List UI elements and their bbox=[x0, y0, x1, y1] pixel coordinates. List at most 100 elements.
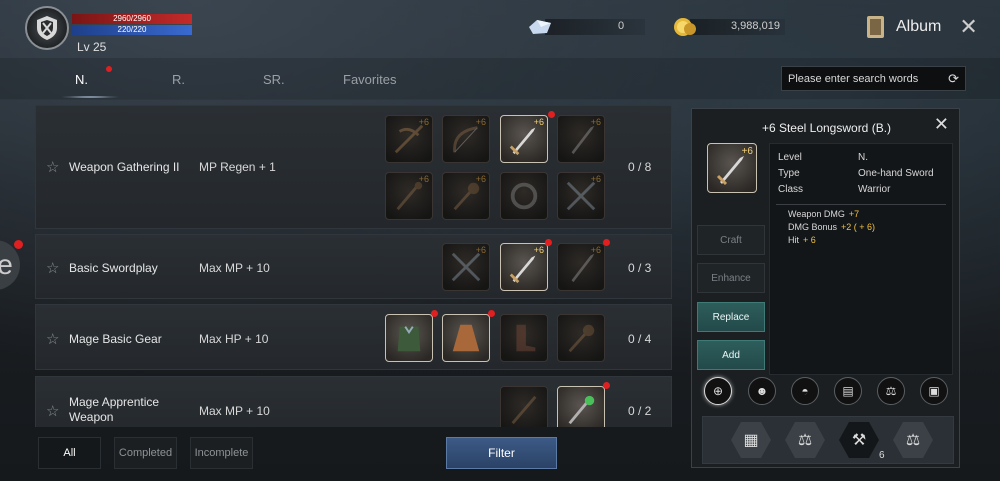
crystal-icon bbox=[529, 20, 551, 34]
class-label: Class bbox=[778, 184, 804, 195]
hammers-icon[interactable]: ⚒ bbox=[839, 422, 879, 458]
filter-completed-button[interactable]: Completed bbox=[114, 437, 177, 469]
gold-coin-icon bbox=[674, 18, 696, 36]
album-title: Album bbox=[896, 18, 942, 35]
item-detail-panel: +6 Steel Longsword (B.) ✕ +6 Level N. Ty… bbox=[691, 108, 960, 468]
list-item[interactable]: ☆ Basic Swordplay Max MP + 10 +6 +6 +6 0… bbox=[35, 234, 672, 299]
class-value: Warrior bbox=[858, 184, 891, 195]
collection-progress: 0 / 4 bbox=[628, 332, 652, 346]
collection-bonus: Max MP + 10 bbox=[199, 261, 270, 275]
hammer-count: 6 bbox=[879, 450, 885, 461]
item-detail-title: +6 Steel Longsword (B.) bbox=[761, 121, 892, 135]
refresh-icon[interactable]: ⟳ bbox=[948, 71, 959, 87]
item-notify-dot bbox=[603, 239, 610, 246]
player-level: Lv 25 bbox=[77, 40, 107, 54]
collection-progress: 0 / 2 bbox=[628, 404, 652, 418]
item-notify-dot bbox=[431, 310, 438, 317]
close-icon[interactable]: ✕ bbox=[959, 16, 977, 38]
scales-icon[interactable]: ⚖ bbox=[877, 377, 905, 405]
longsword-item-icon[interactable]: +6 bbox=[500, 115, 548, 163]
greatsword-item-icon[interactable]: +6 bbox=[557, 243, 605, 291]
collection-list: ☆ Weapon Gathering II MP Regen + 1 +6 +6… bbox=[35, 105, 672, 427]
replace-button[interactable]: Replace bbox=[697, 302, 765, 332]
album-book-icon bbox=[867, 16, 884, 38]
collection-name: Mage Apprentice Weapon bbox=[69, 395, 160, 424]
search-input[interactable] bbox=[788, 72, 938, 85]
collection-progress: 0 / 8 bbox=[628, 160, 652, 174]
favorite-star-icon[interactable]: ☆ bbox=[46, 158, 59, 176]
item-info-box: Level N. Type One-hand Sword Class Warri… bbox=[769, 143, 953, 375]
crossbow-item-icon[interactable]: +6 bbox=[385, 115, 433, 163]
tab-normal-notify-dot bbox=[106, 66, 112, 72]
enhance-button[interactable]: Enhance bbox=[697, 263, 765, 293]
cards-icon[interactable]: ▤ bbox=[834, 377, 862, 405]
potion-bowl-icon[interactable]: ◓ bbox=[791, 377, 819, 405]
tab-super-rare[interactable]: SR. bbox=[263, 72, 285, 87]
level-value: N. bbox=[858, 152, 868, 163]
item-notify-dot bbox=[488, 310, 495, 317]
close-icon[interactable]: ✕ bbox=[934, 114, 949, 135]
mace-item-icon[interactable]: +6 bbox=[442, 172, 490, 220]
armor-item-icon[interactable] bbox=[385, 314, 433, 362]
magnify-plus-icon[interactable]: ⊕ bbox=[704, 377, 732, 405]
collection-name: Weapon Gathering II bbox=[69, 160, 180, 174]
gavel-icon[interactable]: ⚖ bbox=[893, 422, 933, 458]
search-box[interactable]: ⟳ bbox=[781, 66, 966, 91]
crystal-amount: 0 bbox=[618, 20, 625, 32]
dual-swords-item-icon[interactable]: +6 bbox=[442, 243, 490, 291]
tab-favorites[interactable]: Favorites bbox=[343, 72, 396, 87]
staff-item-icon[interactable]: +6 bbox=[385, 172, 433, 220]
stat-weapon-dmg: Weapon DMG +7 bbox=[788, 209, 860, 219]
type-label: Type bbox=[778, 168, 800, 179]
divider bbox=[776, 204, 946, 205]
collection-bonus: Max HP + 10 bbox=[199, 332, 269, 346]
filter-all-button[interactable]: All bbox=[38, 437, 101, 469]
wand-item-icon[interactable] bbox=[500, 386, 548, 427]
collection-name: Mage Basic Gear bbox=[69, 332, 162, 346]
favorite-star-icon[interactable]: ☆ bbox=[46, 259, 59, 277]
cloak-item-icon[interactable] bbox=[442, 314, 490, 362]
stat-hit: Hit + 6 bbox=[788, 235, 816, 245]
filter-incomplete-button[interactable]: Incomplete bbox=[190, 437, 253, 469]
item-notify-dot bbox=[545, 239, 552, 246]
tab-rare[interactable]: R. bbox=[172, 72, 185, 87]
craft-button[interactable]: Craft bbox=[697, 225, 765, 255]
mace-item-icon[interactable] bbox=[557, 314, 605, 362]
list-item[interactable]: ☆ Mage Apprentice Weapon Max MP + 10 0 /… bbox=[35, 376, 672, 427]
treasure-chest-icon[interactable]: ▦ bbox=[731, 422, 771, 458]
side-notify-dot bbox=[14, 240, 23, 249]
quick-actions-bar: ▦ ⚖ ⚒ 6 ⚖ bbox=[702, 416, 954, 464]
favorite-star-icon[interactable]: ☆ bbox=[46, 330, 59, 348]
active-tab-underline bbox=[60, 96, 120, 98]
favorite-star-icon[interactable]: ☆ bbox=[46, 402, 59, 420]
filter-button[interactable]: Filter bbox=[446, 437, 557, 469]
collection-bonus: MP Regen + 1 bbox=[199, 160, 276, 174]
type-value: One-hand Sword bbox=[858, 168, 934, 179]
player-emblem-icon[interactable] bbox=[25, 6, 69, 50]
hp-bar: 2960/2960 bbox=[72, 14, 192, 24]
mp-bar: 220/220 bbox=[72, 25, 192, 35]
boots-item-icon[interactable] bbox=[500, 314, 548, 362]
dual-swords-item-icon[interactable]: +6 bbox=[557, 172, 605, 220]
greatsword-item-icon[interactable]: +6 bbox=[557, 115, 605, 163]
list-item[interactable]: ☆ Weapon Gathering II MP Regen + 1 +6 +6… bbox=[35, 105, 672, 229]
gem-staff-item-icon[interactable] bbox=[557, 386, 605, 427]
level-label: Level bbox=[778, 152, 802, 163]
item-notify-dot bbox=[548, 111, 555, 118]
goblin-face-icon[interactable]: ☻ bbox=[748, 377, 776, 405]
tab-normal[interactable]: N. bbox=[75, 72, 88, 87]
add-button[interactable]: Add bbox=[697, 340, 765, 370]
chakram-item-icon[interactable] bbox=[500, 172, 548, 220]
bow-item-icon[interactable]: +6 bbox=[442, 115, 490, 163]
balance-scales-icon[interactable]: ⚖ bbox=[785, 422, 825, 458]
collection-bonus: Max MP + 10 bbox=[199, 404, 270, 418]
gold-amount: 3,988,019 bbox=[731, 20, 780, 32]
translate-icon[interactable]: ▣ bbox=[920, 377, 948, 405]
collection-progress: 0 / 3 bbox=[628, 261, 652, 275]
crystal-track bbox=[545, 19, 645, 35]
longsword-item-icon[interactable]: +6 bbox=[500, 243, 548, 291]
album-header: Album ✕ bbox=[864, 14, 978, 40]
list-item[interactable]: ☆ Mage Basic Gear Max HP + 10 0 / 4 bbox=[35, 304, 672, 370]
longsword-detail-icon: +6 bbox=[707, 143, 757, 193]
stat-dmg-bonus: DMG Bonus +2 ( + 6) bbox=[788, 222, 876, 232]
